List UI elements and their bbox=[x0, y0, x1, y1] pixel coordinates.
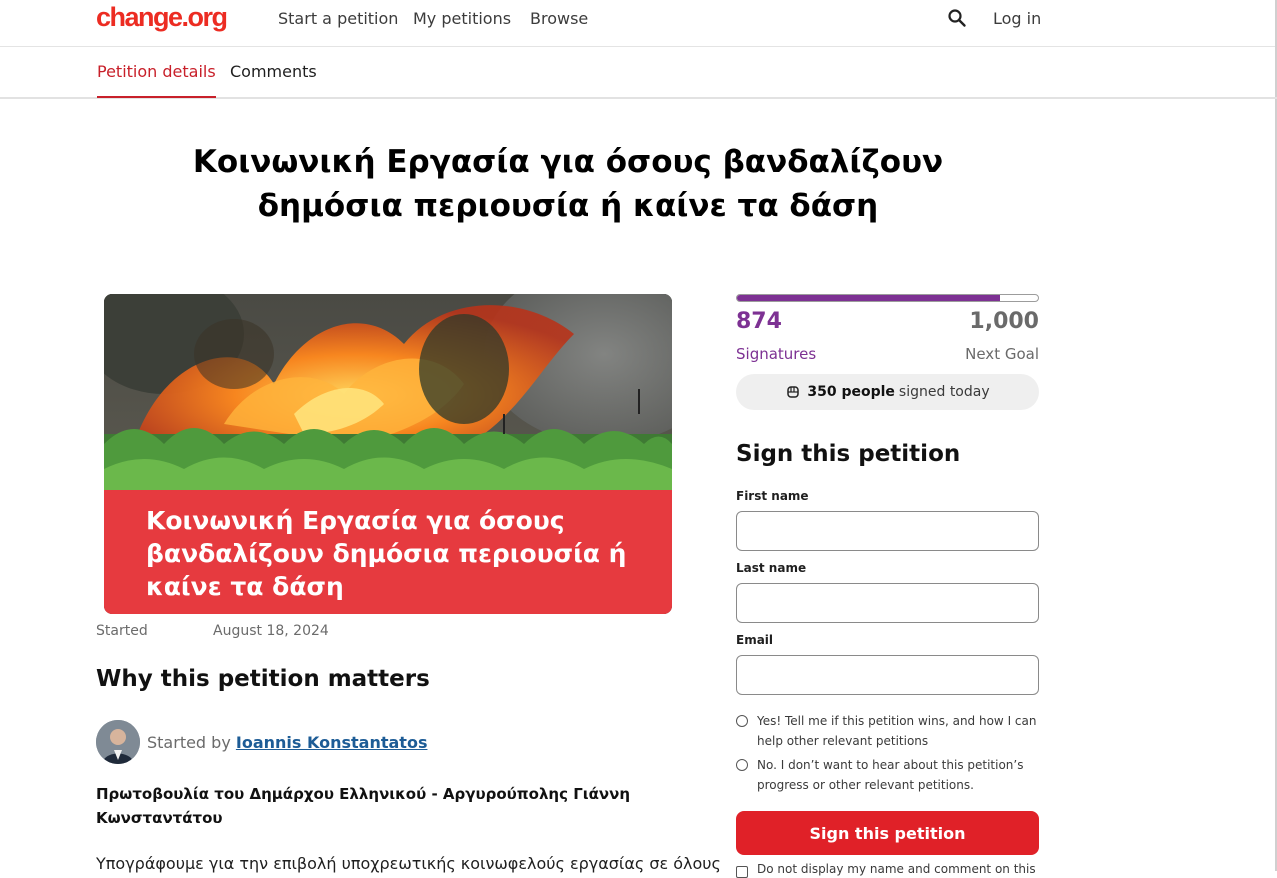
last-name-input[interactable] bbox=[736, 583, 1039, 623]
first-name-input[interactable] bbox=[736, 511, 1039, 551]
signed-today-suffix: signed today bbox=[898, 384, 990, 400]
updates-no-radio[interactable] bbox=[736, 759, 748, 771]
nav-browse-link[interactable]: Browse bbox=[530, 9, 588, 29]
petition-description: Υπογράφουμε για την επιβολή υποχρεωτικής… bbox=[96, 854, 721, 873]
started-by-prefix: Started by bbox=[147, 733, 231, 752]
search-icon[interactable] bbox=[947, 8, 967, 28]
hide-name-checkbox[interactable] bbox=[736, 866, 748, 878]
tab-petition-details[interactable]: Petition details bbox=[97, 62, 216, 98]
email-label: Email bbox=[736, 633, 774, 647]
signed-today-badge: 350 people signed today bbox=[736, 374, 1039, 410]
tab-comments[interactable]: Comments bbox=[230, 62, 317, 82]
hide-name-label[interactable]: Do not display my name and comment on th… bbox=[757, 862, 1036, 876]
updates-yes-radio[interactable] bbox=[736, 715, 748, 727]
login-link[interactable]: Log in bbox=[993, 9, 1041, 29]
top-navigation-bar: change.org Start a petition My petitions… bbox=[0, 0, 1277, 47]
email-input[interactable] bbox=[736, 655, 1039, 695]
updates-no-label[interactable]: No. I don’t want to hear about this peti… bbox=[757, 755, 1037, 795]
petition-image: Κοινωνική Εργασία για όσους βανδαλίζουν … bbox=[104, 294, 672, 614]
author-link[interactable]: Ioannis Konstantatos bbox=[236, 733, 428, 752]
started-date: August 18, 2024 bbox=[213, 623, 329, 639]
signed-today-count: 350 people bbox=[807, 384, 895, 400]
image-caption-text: Κοινωνική Εργασία για όσους βανδαλίζουν … bbox=[146, 506, 627, 601]
next-goal-label: Next Goal bbox=[965, 345, 1039, 363]
updates-yes-label[interactable]: Yes! Tell me if this petition wins, and … bbox=[757, 711, 1037, 751]
author-avatar[interactable] bbox=[96, 720, 140, 764]
started-by-line: Started by Ioannis Konstantatos bbox=[147, 733, 427, 752]
person-avatar-icon bbox=[96, 720, 140, 764]
last-name-label: Last name bbox=[736, 561, 807, 575]
forest-fire-illustration bbox=[104, 294, 672, 494]
sign-petition-heading: Sign this petition bbox=[736, 441, 961, 467]
fist-icon bbox=[787, 386, 800, 398]
nav-my-petitions-link[interactable]: My petitions bbox=[413, 9, 511, 29]
signature-count: 874 bbox=[736, 309, 782, 334]
why-petition-matters-heading: Why this petition matters bbox=[96, 666, 430, 692]
petition-intro-bold: Πρωτοβουλία του Δημάρχου Ελληνικού - Αργ… bbox=[96, 785, 631, 827]
nav-start-petition-link[interactable]: Start a petition bbox=[278, 9, 398, 29]
signature-progress-fill bbox=[737, 295, 1001, 301]
signature-progress-bar bbox=[736, 294, 1039, 302]
change-org-logo[interactable]: change.org bbox=[96, 0, 228, 34]
started-label: Started bbox=[96, 623, 148, 639]
first-name-label: First name bbox=[736, 489, 809, 503]
sign-petition-button[interactable]: Sign this petition bbox=[736, 811, 1039, 855]
signatures-label: Signatures bbox=[736, 345, 817, 363]
petition-title: Κοινωνική Εργασία για όσους βανδαλίζουν … bbox=[192, 144, 944, 224]
petition-tabs: Petition details Comments bbox=[0, 47, 1277, 99]
goal-count: 1,000 bbox=[969, 309, 1039, 334]
